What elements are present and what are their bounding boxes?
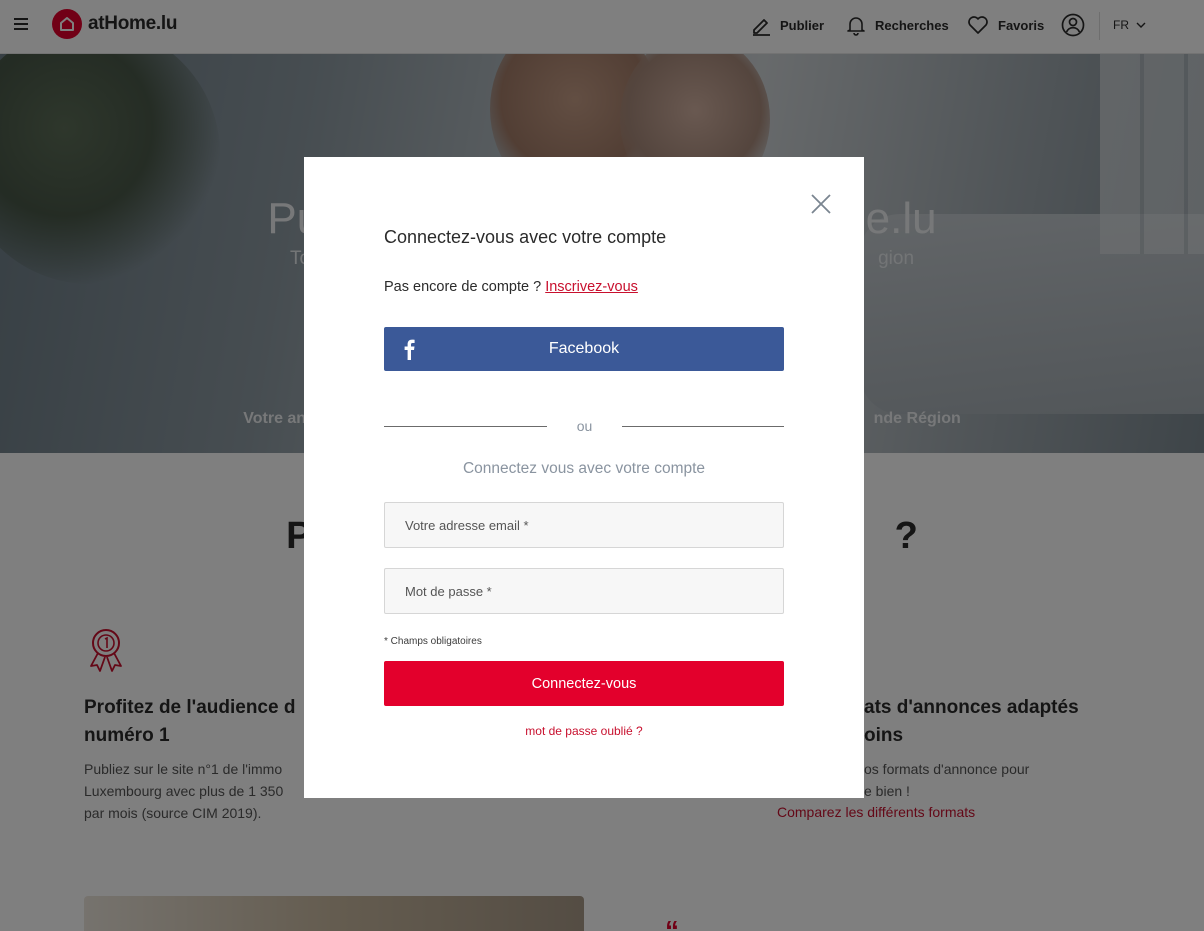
facebook-label: Facebook <box>548 340 620 357</box>
login-submit-button[interactable]: Connectez-vous <box>384 661 784 706</box>
login-modal: Connectez-vous avec votre compte Pas enc… <box>304 157 864 798</box>
no-account-line: Pas encore de compte ? Inscrivez-vous <box>384 279 638 295</box>
modal-subtitle: Connectez vous avec votre compte <box>462 460 706 477</box>
facebook-login-button[interactable]: Facebook <box>384 327 784 371</box>
email-field[interactable] <box>384 502 784 548</box>
register-link[interactable]: Inscrivez-vous <box>545 279 638 295</box>
divider-right <box>622 426 784 427</box>
close-icon[interactable] <box>809 192 833 216</box>
modal-title: Connectez-vous avec votre compte <box>384 227 667 247</box>
facebook-icon <box>404 339 415 360</box>
required-fields-note: * Champs obligatoires <box>384 636 482 647</box>
forgot-password-link[interactable]: mot de passe oublié ? <box>384 724 784 738</box>
no-account-text: Pas encore de compte ? <box>384 279 542 295</box>
or-separator: ou <box>576 418 593 434</box>
divider-left <box>384 426 547 427</box>
password-field[interactable] <box>384 568 784 614</box>
